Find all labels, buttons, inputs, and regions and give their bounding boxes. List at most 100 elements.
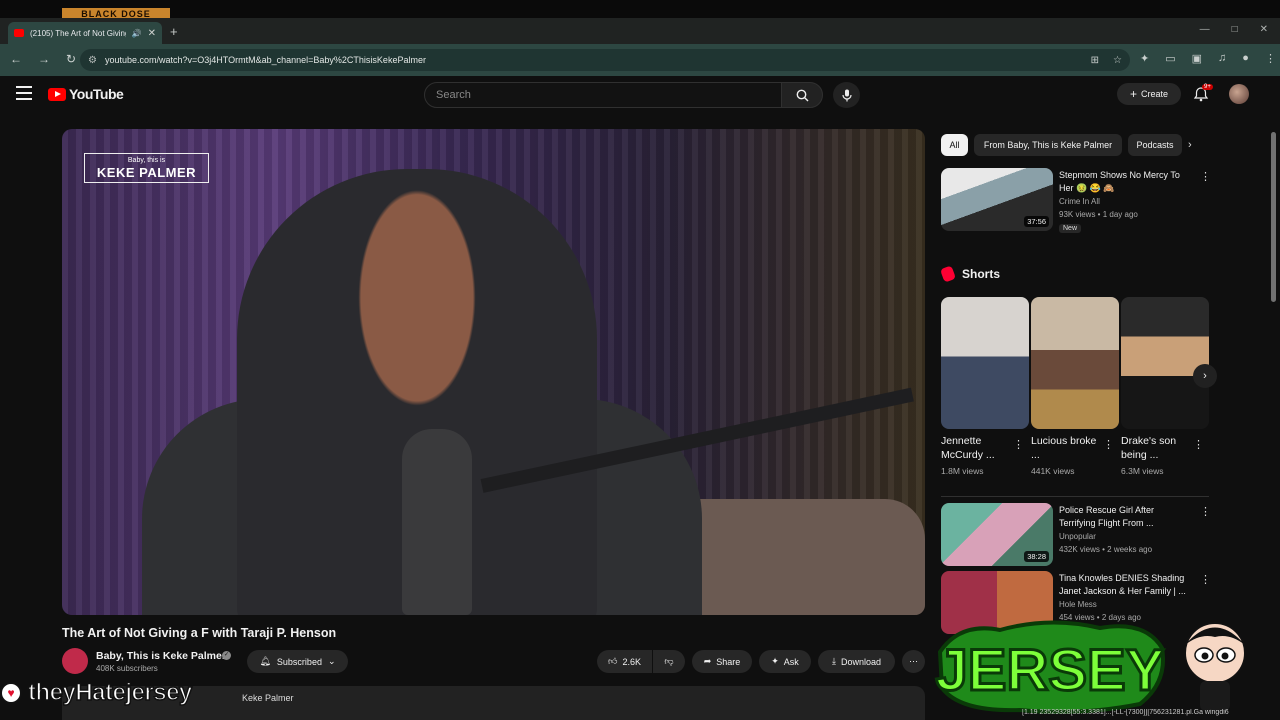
short-thumbnail[interactable] [941,297,1029,429]
like-button[interactable]: 👍︎ 2.6K [597,650,652,673]
chip-podcasts[interactable]: Podcasts [1128,134,1182,156]
maximize-button[interactable]: □ [1232,24,1238,35]
more-actions-button[interactable]: ⋯ [902,650,925,673]
url-text[interactable]: youtube.com/watch?v=O3j4HTOrmtM&ab_chann… [105,55,426,65]
subscribed-button[interactable]: 🔔︎ Subscribed ⌄ [247,650,348,673]
rec3-title[interactable]: Tina Knowles DENIES Shading Janet Jackso… [1059,572,1189,598]
shorts-icon [939,265,957,283]
download-button[interactable]: ⤓ Download [818,650,895,673]
omnibox[interactable]: ⚙ youtube.com/watch?v=O3j4HTOrmtM&ab_cha… [80,49,1130,71]
description-snippet: Keke Palmer [242,693,294,703]
audio-icon[interactable]: 🔊 [132,29,142,38]
chevron-down-icon: ⌄ [327,656,336,666]
short-title[interactable]: Jennette McCurdy ... [941,434,1011,462]
thumbs-down-icon: 👎︎ [664,656,674,666]
rec3-channel[interactable]: Hole Mess [1059,600,1097,609]
download-icon: ⤓ [831,656,836,666]
download-label: Download [840,656,881,667]
share-label: Share [716,656,741,667]
rec1-thumbnail[interactable]: 37:56 [941,168,1053,231]
chevron-right-icon[interactable]: › [1188,139,1192,151]
search-input[interactable]: Search [424,82,782,108]
rec1-more-icon[interactable]: ⋮ [1200,170,1211,183]
new-tab-button[interactable]: + [170,24,178,39]
rec2-meta: 432K views • 2 weeks ago [1059,545,1153,554]
youtube-logo[interactable]: YouTube [48,86,124,102]
stream-ticker-text: [1.19 23529328[55:3.3381]...[-LL-[7300]]… [1022,709,1229,716]
rec3-more-icon[interactable]: ⋮ [1200,573,1211,586]
close-window-button[interactable]: ✕ [1260,24,1268,35]
search-button[interactable] [781,82,823,108]
short-title[interactable]: Drake's son being ... [1121,434,1191,462]
dislike-button[interactable]: 👎︎ [653,650,685,673]
streamer-username-overlay: ♥ theyHatejersey [0,676,248,710]
plus-icon: + [1129,87,1137,101]
cast-icon[interactable]: ▣ [1192,52,1202,65]
window-controls: — □ ✕ [1200,24,1268,35]
video-title: The Art of Not Giving a F with Taraji P.… [62,626,337,640]
back-arrow-icon[interactable]: ← [10,52,22,66]
create-label: Create [1141,89,1169,99]
reload-icon[interactable]: ↻ [66,52,76,66]
minimize-button[interactable]: — [1200,24,1210,35]
rec2-title[interactable]: Police Rescue Girl After Terrifying Flig… [1059,504,1189,530]
chip-from-channel[interactable]: From Baby, This is Keke Palmer [974,134,1122,156]
short-more-icon[interactable]: ⋮ [1103,438,1114,451]
new-badge: New [1059,224,1082,233]
channel-avatar[interactable] [62,648,88,674]
create-button[interactable]: + Create [1117,83,1181,105]
badge-big-text: KEKE PALMER [96,165,197,180]
thumbs-up-icon: 👍︎ [608,656,618,666]
media-icon[interactable]: ♫ [1218,52,1226,65]
page-scrollbar[interactable] [1271,132,1276,302]
video-show-badge: Baby, this is KEKE PALMER [84,153,209,183]
bell-small-icon: 🔔︎ [259,656,271,666]
share-arrow-icon: ➦ [703,656,712,666]
section-divider [941,496,1209,497]
account-avatar[interactable] [1229,84,1249,104]
subscriber-count: 408K subscribers [96,664,158,673]
short-title[interactable]: Lucious broke ... [1031,434,1101,462]
video-player[interactable] [62,129,925,615]
browser-tab-bar [0,18,1280,44]
more-horizontal-icon: ⋯ [909,656,918,666]
close-tab-icon[interactable]: ✕ [148,28,156,39]
voice-search-button[interactable] [833,82,860,108]
short-thumbnail[interactable] [1121,297,1209,429]
share-button[interactable]: ➦ Share [692,650,752,673]
subscribed-label: Subscribed [276,656,322,667]
profile-icon[interactable]: ● [1242,52,1249,65]
chrome-menu-icon[interactable]: ⋮ [1265,52,1276,65]
rec2-channel[interactable]: Unpopular [1059,532,1096,541]
jersey-art-text: JERSEY [936,638,1165,703]
ask-label: Ask [783,656,799,667]
hamburger-menu-icon[interactable] [16,86,32,100]
extensions-icon[interactable]: ✦ [1140,52,1149,65]
rec1-title[interactable]: Stepmom Shows No Mercy To Her 🤢 😂 🙈 [1059,169,1189,195]
short-more-icon[interactable]: ⋮ [1193,438,1204,451]
cartoon-character-overlay [1184,622,1246,711]
jersey-overlay-art: JERSEY [934,620,1166,714]
microphone-icon [841,89,852,101]
tab-title: (2105) The Art of Not Giving [30,28,126,38]
site-info-icon[interactable]: ⚙ [88,55,97,66]
rec2-more-icon[interactable]: ⋮ [1200,505,1211,518]
browser-tab[interactable]: (2105) The Art of Not Giving 🔊 ✕ [8,22,162,44]
bookmark-star-icon[interactable]: ☆ [1113,55,1122,66]
chip-all[interactable]: All [941,134,968,156]
short-views: 441K views [1031,466,1075,476]
short-more-icon[interactable]: ⋮ [1013,438,1024,451]
nav-buttons: ← → ↻ [10,52,76,66]
install-icon[interactable]: ⊞ [1091,55,1099,66]
ask-button[interactable]: ✦ Ask [759,650,811,673]
channel-name[interactable]: Baby, This is Keke Palmer [96,650,226,662]
notification-count-badge: 9+ [1202,84,1213,90]
shorts-next-button[interactable]: › [1193,364,1217,388]
rec1-channel[interactable]: Crime In All [1059,197,1100,206]
forward-arrow-icon[interactable]: → [38,52,50,66]
rec2-duration: 38:28 [1024,551,1049,562]
short-views: 1.8M views [941,466,984,476]
short-thumbnail[interactable] [1031,297,1119,429]
rec2-thumbnail[interactable]: 38:28 [941,503,1053,566]
sidebar-icon[interactable]: ▭ [1165,52,1175,65]
